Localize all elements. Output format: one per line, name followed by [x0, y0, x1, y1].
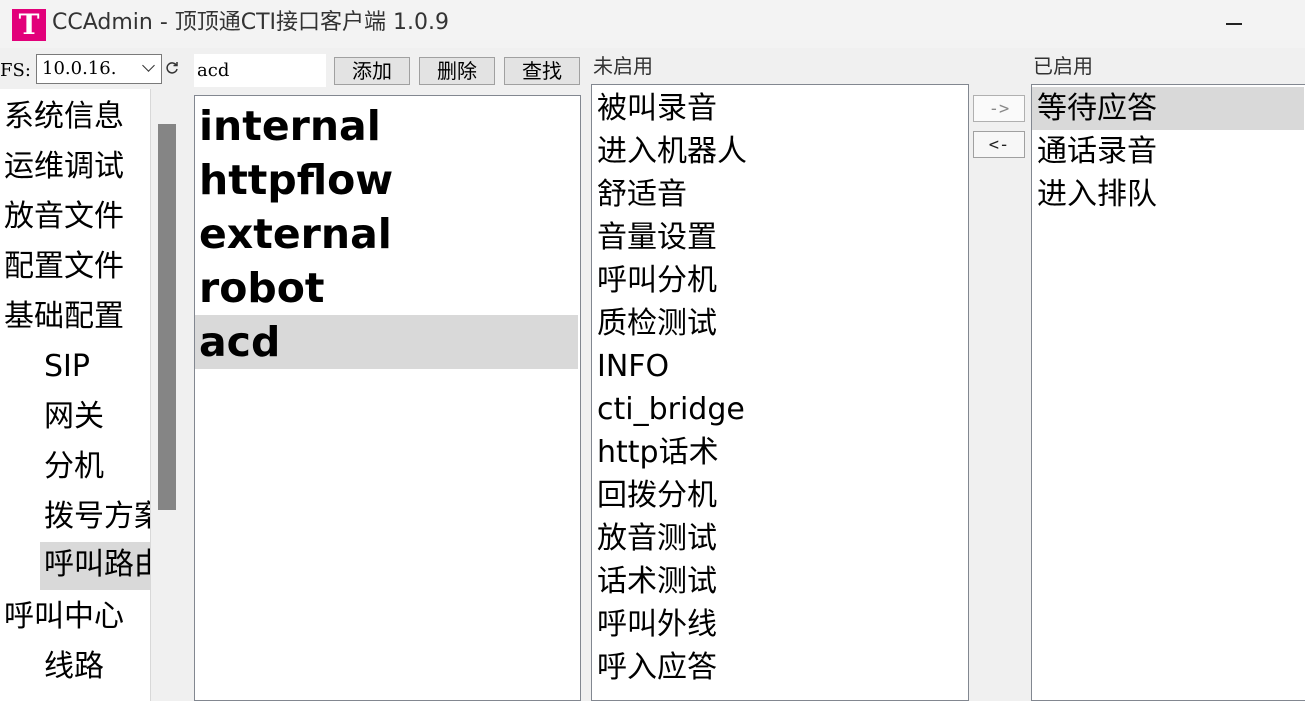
nav-item-call-routing[interactable]: 呼叫路由 — [40, 542, 150, 590]
fs-label: FS: — [0, 60, 31, 81]
nav-item-basic-config[interactable]: 基础配置 — [4, 294, 124, 342]
list-item[interactable]: 进入机器人 — [592, 130, 966, 173]
nav-tree: 系统信息 运维调试 放音文件 配置文件 基础配置 SIP 网关 分机 拨号方案 … — [0, 89, 151, 701]
list-item[interactable]: http话术 — [592, 431, 966, 474]
nav-item-dialplan[interactable]: 拨号方案 — [44, 494, 150, 542]
enabled-list-label: 已启用 — [1033, 54, 1093, 78]
list-item[interactable]: 呼叫分机 — [592, 259, 966, 302]
nav-item-extension[interactable]: 分机 — [44, 444, 104, 492]
list-item[interactable]: 话术测试 — [592, 560, 966, 603]
list-item[interactable]: 音量设置 — [592, 216, 966, 259]
flow-item-acd[interactable]: acd — [195, 315, 578, 369]
scrollbar-thumb[interactable] — [158, 124, 176, 510]
disabled-list: 被叫录音 进入机器人 舒适音 音量设置 呼叫分机 质检测试 INFO cti_b… — [591, 84, 969, 701]
list-item[interactable]: 放音测试 — [592, 517, 966, 560]
nav-item-system-info[interactable]: 系统信息 — [4, 94, 124, 142]
title-bar: T CCAdmin - 顶顶通CTI接口客户端 1.0.9 — [0, 0, 1305, 48]
nav-item-gateway[interactable]: 网关 — [44, 394, 104, 442]
move-right-button[interactable]: -> — [973, 95, 1025, 122]
add-button[interactable]: 添加 — [334, 57, 410, 85]
list-item[interactable]: 舒适音 — [592, 173, 966, 216]
disabled-list-label: 未启用 — [593, 54, 653, 78]
list-item[interactable]: 被叫录音 — [592, 87, 966, 130]
minimize-button[interactable] — [1210, 6, 1256, 40]
nav-item-config-files[interactable]: 配置文件 — [4, 244, 124, 292]
list-item[interactable]: INFO — [592, 345, 966, 388]
flow-item-httpflow[interactable]: httpflow — [195, 153, 578, 207]
fs-select-value: 10.0.16. — [42, 58, 117, 79]
nav-item-ops-debug[interactable]: 运维调试 — [4, 144, 124, 192]
nav-item-call-center[interactable]: 呼叫中心 — [4, 594, 124, 642]
list-item[interactable]: 进入排队 — [1032, 173, 1304, 216]
flow-item-internal[interactable]: internal — [195, 99, 578, 153]
delete-button[interactable]: 删除 — [419, 57, 495, 85]
window-title: CCAdmin - 顶顶通CTI接口客户端 1.0.9 — [52, 10, 450, 35]
list-item[interactable]: 通话录音 — [1032, 130, 1304, 173]
refresh-icon[interactable] — [165, 61, 179, 75]
flow-item-external[interactable]: external — [195, 207, 578, 261]
list-item[interactable]: 回拨分机 — [592, 474, 966, 517]
list-item[interactable]: 呼叫外线 — [592, 603, 966, 646]
nav-item-audio-files[interactable]: 放音文件 — [4, 194, 124, 242]
flow-list: internal httpflow external robot acd — [194, 95, 581, 701]
list-item[interactable]: cti_bridge — [592, 388, 966, 431]
nav-item-lines[interactable]: 线路 — [44, 644, 104, 692]
enabled-list: 等待应答 通话录音 进入排队 — [1031, 84, 1305, 701]
nav-item-sip[interactable]: SIP — [44, 344, 90, 392]
list-item[interactable]: 呼入应答 — [592, 646, 966, 689]
flow-item-robot[interactable]: robot — [195, 261, 578, 315]
search-input[interactable] — [194, 54, 326, 87]
list-item[interactable]: 等待应答 — [1032, 87, 1304, 130]
move-left-button[interactable]: <- — [973, 131, 1025, 158]
list-item[interactable]: 质检测试 — [592, 302, 966, 345]
nav-scrollbar[interactable] — [151, 89, 185, 701]
find-button[interactable]: 查找 — [504, 57, 580, 85]
app-logo-icon: T — [12, 9, 46, 41]
chevron-down-icon — [142, 59, 155, 72]
fs-server-select[interactable]: 10.0.16. — [36, 54, 162, 84]
